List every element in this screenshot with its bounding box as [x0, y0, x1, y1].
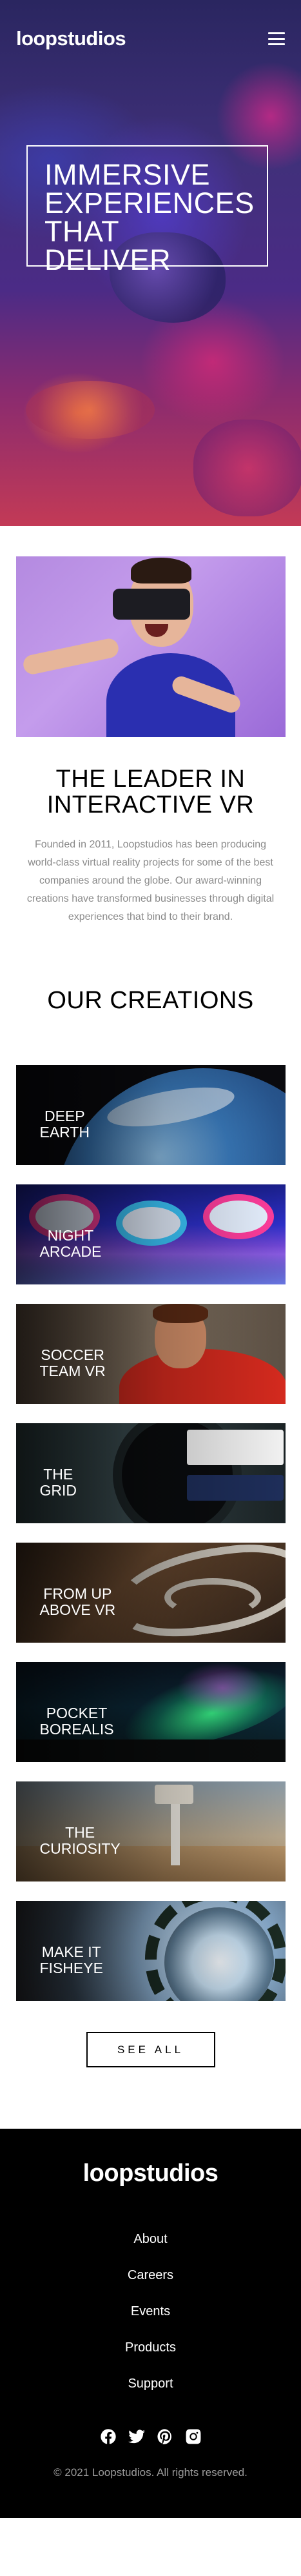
vr-headset — [112, 589, 190, 620]
creation-card-soccer-team-vr[interactable]: Soccer Team VR — [15, 1304, 286, 1404]
creation-card-the-grid[interactable]: The Grid — [15, 1423, 286, 1523]
creation-card-label: The Grid — [39, 1466, 77, 1499]
logo[interactable]: loopstudios — [16, 27, 126, 50]
creation-list: Deep Earth Night Arcade Soccer Team VR T… — [0, 1065, 301, 2020]
creation-card-pocket-borealis[interactable]: Pocket Borealis — [15, 1662, 286, 1762]
pinterest-icon[interactable] — [156, 2428, 174, 2446]
hamburger-line — [268, 43, 285, 45]
footer: loopstudios About Careers Events Product… — [0, 2129, 301, 2518]
social-links — [0, 2428, 301, 2446]
about-title: The leader in interactive VR — [46, 766, 255, 818]
hero-background-art — [193, 420, 301, 516]
creation-card-the-curiosity[interactable]: The Curiosity — [15, 1781, 286, 1881]
image-detail — [130, 558, 191, 583]
hero-section: loopstudios Immersive experiences that d… — [0, 0, 301, 526]
creations-title: Our creations — [47, 987, 254, 1014]
hamburger-menu-icon[interactable] — [268, 32, 285, 45]
hero-background-art — [26, 381, 155, 439]
creation-card-label: Pocket Borealis — [39, 1705, 114, 1738]
creation-card-label: Soccer Team VR — [39, 1346, 106, 1379]
footer-link-about[interactable]: About — [133, 2231, 167, 2247]
vr-user-image — [15, 556, 286, 737]
footer-link-support[interactable]: Support — [128, 2376, 173, 2392]
creation-card-from-up-above-vr[interactable]: From up above VR — [15, 1543, 286, 1643]
about-text: Founded in 2011, Loopstudios has been pr… — [26, 839, 275, 922]
creation-card-label: From up above VR — [39, 1585, 116, 1618]
footer-link-careers[interactable]: Careers — [128, 2267, 173, 2284]
footer-link-events[interactable]: Events — [131, 2304, 170, 2320]
twitter-icon[interactable] — [128, 2428, 146, 2446]
creation-card-label: Make it fisheye — [39, 1943, 103, 1976]
footer-nav: About Careers Events Products Support — [0, 2231, 301, 2392]
footer-link-products[interactable]: Products — [125, 2340, 176, 2356]
copyright-text: © 2021 Loopstudios. All rights reserved. — [53, 2466, 248, 2479]
see-all-button[interactable]: See all — [86, 2032, 215, 2067]
creation-card-night-arcade[interactable]: Night Arcade — [15, 1184, 286, 1284]
about-section: The leader in interactive VR Founded in … — [0, 556, 301, 926]
hamburger-line — [268, 32, 285, 34]
creations-section: Our creations Deep Earth Night Arcade So… — [0, 926, 301, 2067]
creation-card-deep-earth[interactable]: Deep Earth — [15, 1065, 286, 1165]
creation-card-label: Night Arcade — [39, 1227, 102, 1260]
image-detail — [21, 636, 120, 676]
hero-title-box: Immersive experiences that deliver — [26, 145, 268, 274]
footer-logo[interactable]: loopstudios — [0, 2160, 301, 2187]
creation-card-label: The Curiosity — [39, 1824, 121, 1857]
creation-card-make-it-fisheye[interactable]: Make it fisheye — [15, 1901, 286, 2001]
facebook-icon[interactable] — [99, 2428, 117, 2446]
creation-card-label: Deep Earth — [39, 1108, 90, 1141]
hero-title: Immersive experiences that deliver — [44, 158, 255, 276]
top-nav: loopstudios — [0, 0, 301, 77]
instagram-icon[interactable] — [184, 2428, 202, 2446]
hamburger-line — [268, 37, 285, 40]
